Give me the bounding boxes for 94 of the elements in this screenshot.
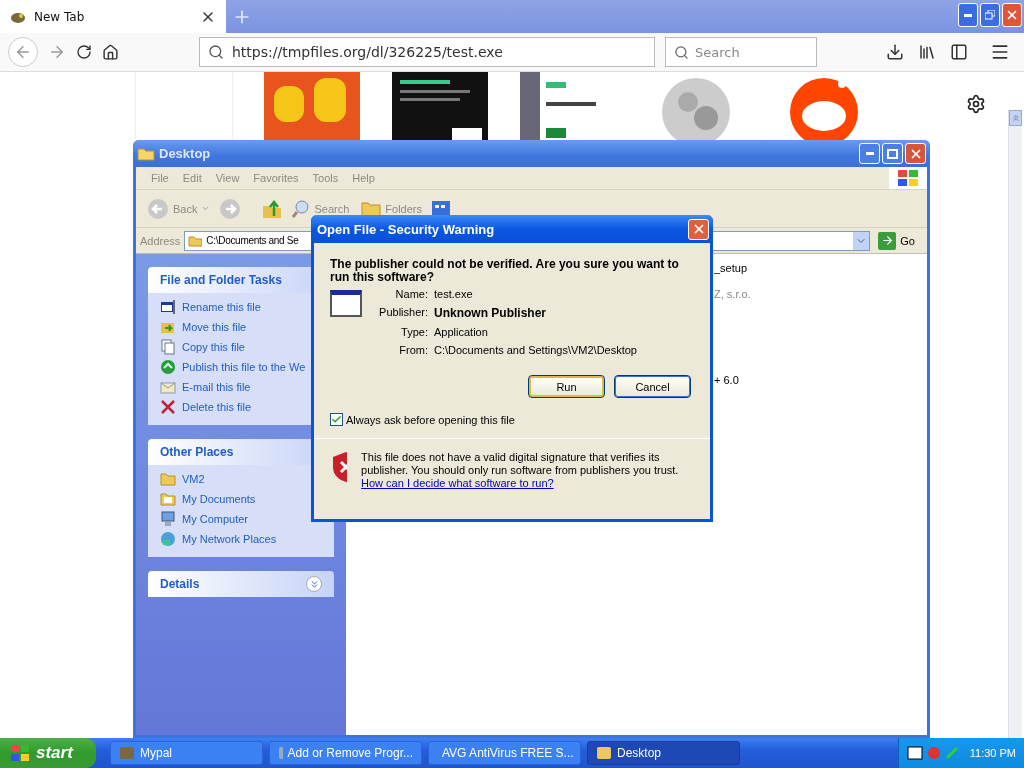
application-icon	[330, 290, 362, 317]
toolbar-button[interactable]: Search	[289, 199, 353, 218]
field-label: From:	[398, 344, 428, 356]
task-link[interactable]: Rename this file	[182, 301, 261, 313]
task-link[interactable]: Publish this file to the We	[182, 361, 306, 373]
toolbar-button[interactable]: Folders	[358, 200, 425, 217]
dialog-title: Open File - Security Warning	[317, 221, 495, 237]
tab-title: New Tab	[34, 9, 86, 24]
dialog-button[interactable]: Run	[529, 376, 604, 397]
file-label: Z, s.r.o.	[714, 288, 751, 300]
folder-icon	[137, 146, 155, 161]
blank-tile[interactable]	[136, 72, 232, 140]
maximize-icon[interactable]	[882, 143, 903, 164]
menu-item[interactable]: Edit	[175, 172, 209, 184]
document-folder-icon	[160, 491, 176, 507]
checkbox-label: Always ask before opening this file	[346, 413, 515, 426]
search-icon	[208, 44, 224, 60]
folder-icon	[160, 471, 176, 487]
pages-icon	[160, 339, 176, 355]
task-link[interactable]: My Documents	[182, 493, 256, 505]
network-icon	[160, 531, 176, 547]
task-link[interactable]: Copy this file	[182, 341, 245, 353]
caret-icon	[201, 204, 211, 213]
section-title: Other Places	[160, 445, 234, 459]
search-field[interactable]: Search	[665, 37, 817, 67]
reload-icon[interactable]	[76, 44, 92, 60]
url-field[interactable]: https://tmpfiles.org/dl/326225/test.exe	[199, 37, 655, 67]
menu-item[interactable]: View	[208, 172, 247, 184]
task-link[interactable]: Move this file	[182, 321, 247, 333]
tray-icon[interactable]	[907, 746, 923, 760]
download-icon[interactable]	[886, 43, 904, 61]
library-icon[interactable]	[918, 43, 936, 61]
section-title: File and Folder Tasks	[160, 273, 282, 287]
menu-item[interactable]: Tools	[305, 172, 346, 184]
field-label: Type:	[400, 326, 428, 338]
minimize-icon[interactable]	[958, 3, 978, 27]
folder-icon	[361, 200, 382, 217]
window-title: Desktop	[159, 146, 211, 161]
task-link[interactable]: My Computer	[182, 513, 249, 525]
menu-item[interactable]: Help	[345, 172, 382, 184]
dialog-button[interactable]: Cancel	[615, 376, 690, 397]
file-label: + 6.0	[714, 374, 739, 386]
section-title: Details	[160, 577, 200, 591]
magnifier-icon	[292, 199, 311, 218]
settings-icon[interactable]	[966, 94, 986, 114]
file-label: _setup	[714, 262, 748, 274]
help-link[interactable]: How can I decide what software to run?	[361, 477, 694, 490]
address-text: C:\Documents and Se	[206, 235, 299, 246]
window-icon	[160, 299, 176, 315]
field-label: Name:	[394, 288, 428, 300]
url-text: https://tmpfiles.org/dl/326225/test.exe	[232, 44, 503, 60]
sidebar-icon[interactable]	[950, 43, 968, 61]
browser-tab[interactable]: New Tab	[0, 0, 226, 33]
address-label: Address	[140, 234, 181, 247]
task-link[interactable]: My Network Places	[182, 533, 277, 545]
back-icon[interactable]	[8, 37, 38, 67]
forward-icon[interactable]	[48, 43, 66, 61]
go-button[interactable]: Go	[874, 231, 923, 250]
field-value: test.exe	[434, 288, 474, 300]
field-value: Unknown Publisher	[434, 306, 547, 320]
restore-icon[interactable]	[980, 3, 1000, 27]
taskbar-button[interactable]: AVG AntiVirus FREE S...	[428, 741, 581, 765]
shield-icon	[332, 451, 348, 483]
clock: 11:30 PM	[969, 747, 1016, 759]
envelope-icon	[160, 379, 176, 395]
task-link[interactable]: VM2	[182, 473, 205, 485]
field-value: C:\Documents and Settings\VM2\Desktop	[434, 344, 637, 356]
taskbar-button[interactable]: Mypal	[110, 741, 263, 765]
computer-icon	[160, 511, 176, 527]
menu-icon[interactable]	[990, 42, 1010, 62]
search-placeholder: Search	[695, 44, 740, 60]
minimize-icon[interactable]	[859, 143, 880, 164]
home-icon[interactable]	[102, 43, 119, 61]
task-link[interactable]: E-mail this file	[182, 381, 251, 393]
field-label: Publisher:	[378, 306, 428, 320]
checkbox[interactable]	[330, 413, 343, 426]
scrollbar[interactable]	[1008, 110, 1022, 738]
warning-text: This file does not have a valid digital signature that verifies its publisher. You should only run software from publishers you trust.	[361, 451, 680, 477]
flag-icon	[10, 744, 30, 762]
folder-icon	[188, 234, 203, 247]
expand-icon[interactable]	[306, 576, 322, 592]
section-header[interactable]: Details	[148, 571, 334, 597]
search-icon	[674, 44, 689, 60]
taskbar-button[interactable]: Add or Remove Progr...	[269, 741, 422, 765]
field-value: Application	[434, 326, 489, 338]
start-button[interactable]: start	[0, 738, 96, 768]
toolbar-button[interactable]: Back	[144, 197, 214, 220]
delete-icon	[160, 399, 176, 415]
task-link[interactable]: Delete this file	[182, 401, 252, 413]
globe-icon	[160, 359, 176, 375]
flag-icon	[889, 167, 927, 189]
menu-item[interactable]: File	[144, 172, 176, 184]
menu-item[interactable]: Favorites	[246, 172, 306, 184]
taskbar-button[interactable]: Desktop	[587, 741, 740, 765]
